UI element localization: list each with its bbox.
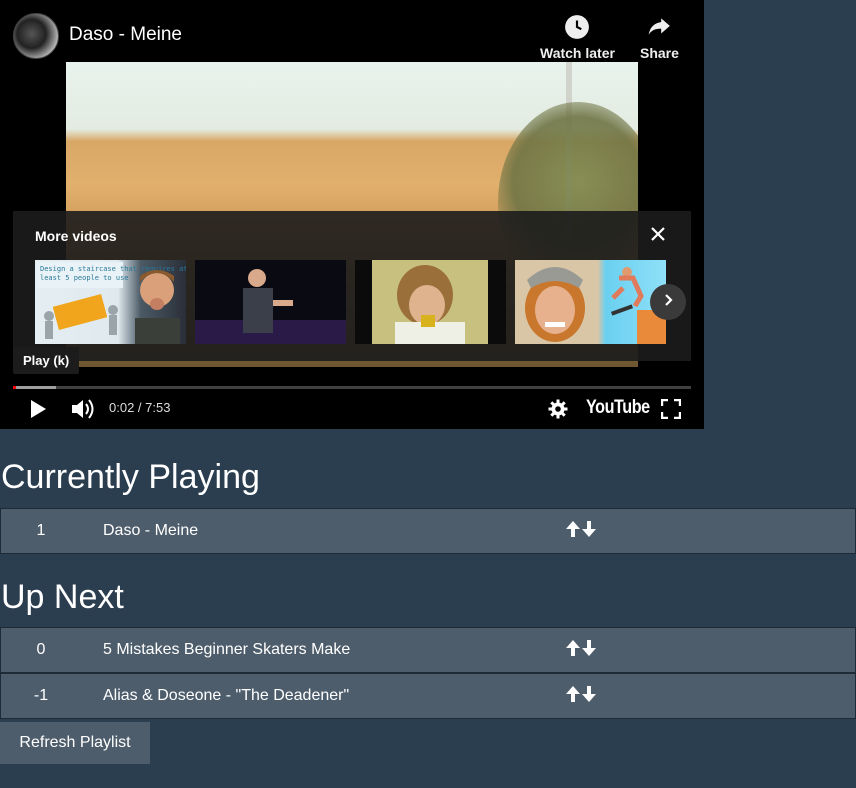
row-title: 5 Mistakes Beginner Skaters Make <box>103 641 351 658</box>
refresh-playlist-button[interactable]: Refresh Playlist <box>0 722 150 764</box>
playlist-row: 0 5 Mistakes Beginner Skaters Make <box>0 627 856 673</box>
played-bar <box>13 386 16 389</box>
fullscreen-icon <box>660 398 682 423</box>
video-player[interactable]: Daso - Meine Watch later Share More vide… <box>0 0 704 429</box>
row-title: Alias & Doseone - "The Deadener" <box>103 687 350 704</box>
reorder-controls <box>566 686 596 707</box>
play-tooltip: Play (k) <box>13 347 80 374</box>
row-number: 1 <box>36 522 46 539</box>
fullscreen-button[interactable] <box>660 398 682 424</box>
video-thumbnail[interactable] <box>195 260 346 344</box>
row-number: -1 <box>33 687 49 704</box>
move-up-icon[interactable] <box>566 640 580 661</box>
play-button[interactable] <box>29 399 47 424</box>
chevron-right-icon <box>661 293 675 312</box>
share-arrow-icon <box>640 14 679 40</box>
next-videos-button[interactable] <box>650 284 686 320</box>
play-icon <box>29 400 47 423</box>
progress-bar[interactable] <box>13 386 691 389</box>
video-thumbnail[interactable] <box>515 260 666 344</box>
volume-button[interactable] <box>71 398 95 425</box>
playlist-row: -1 Alias & Doseone - "The Deadener" <box>0 673 856 719</box>
share-button[interactable]: Share <box>640 14 679 61</box>
currently-playing-heading: Currently Playing <box>1 458 260 496</box>
row-title: Daso - Meine <box>103 522 199 539</box>
video-thumbnail[interactable] <box>355 260 506 344</box>
channel-avatar[interactable] <box>13 13 59 59</box>
video-title[interactable]: Daso - Meine <box>69 24 182 46</box>
settings-button[interactable] <box>548 399 568 424</box>
close-icon[interactable] <box>647 223 669 245</box>
clock-icon <box>540 14 615 40</box>
move-down-icon[interactable] <box>582 686 596 707</box>
gear-icon <box>548 399 568 423</box>
buffered-bar <box>13 386 56 389</box>
more-videos-panel: More videos Design a staircase that requ… <box>13 211 691 361</box>
move-up-icon[interactable] <box>566 686 580 707</box>
volume-icon <box>71 399 95 424</box>
move-down-icon[interactable] <box>582 640 596 661</box>
more-videos-title: More videos <box>35 228 117 244</box>
reorder-controls <box>566 521 596 542</box>
video-thumbnail[interactable]: Design a staircase that requires at leas… <box>35 260 186 344</box>
up-next-heading: Up Next <box>1 578 124 616</box>
watch-later-label: Watch later <box>540 45 615 61</box>
time-display: 0:02 / 7:53 <box>109 400 171 415</box>
move-up-icon[interactable] <box>566 521 580 542</box>
row-number: 0 <box>36 641 46 658</box>
reorder-controls <box>566 640 596 661</box>
share-label: Share <box>640 45 679 61</box>
youtube-logo[interactable]: YouTube <box>586 397 650 419</box>
move-down-icon[interactable] <box>582 521 596 542</box>
watch-later-button[interactable]: Watch later <box>540 14 615 61</box>
playlist-row: 1 Daso - Meine <box>0 508 856 554</box>
svg-text:least 5 people to use: least 5 people to use <box>40 274 129 282</box>
